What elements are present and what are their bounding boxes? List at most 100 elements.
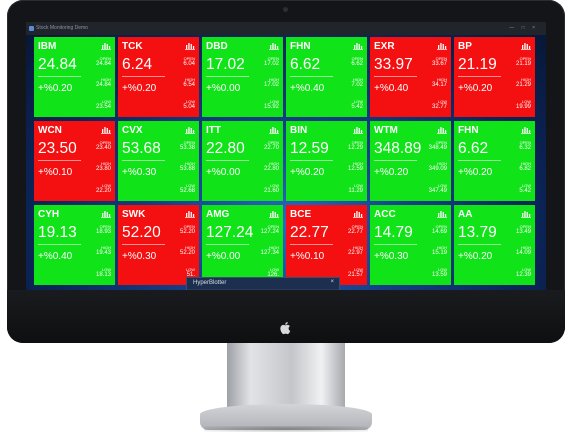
bar-chart-icon[interactable] bbox=[353, 42, 363, 50]
tile-change: +%0.20 bbox=[290, 167, 325, 178]
stock-tile[interactable]: SWK 52.20 +%0.30 OPEN 52.20 HIGH 52.20 LOW 51. bbox=[118, 205, 199, 285]
window-titlebar[interactable]: Stock Monitoring Demo — □ × bbox=[26, 22, 546, 35]
stock-tile[interactable]: WCN 23.50 +%0.10 OPEN 23.40 HIGH 23.80 LOW 22.20 bbox=[34, 121, 115, 201]
open-value: 12.29 bbox=[347, 145, 363, 151]
tile-divider bbox=[38, 160, 81, 161]
bar-chart-icon[interactable] bbox=[521, 126, 531, 134]
app-icon bbox=[29, 26, 34, 31]
bar-chart-icon[interactable] bbox=[101, 126, 111, 134]
apple-logo-icon bbox=[280, 322, 291, 335]
tile-change: +%0.40 bbox=[374, 83, 409, 94]
stock-tile[interactable]: BP 21.19 +%0.20 OPEN 21.19 HIGH 21.29 LOW 19.99 bbox=[454, 37, 535, 117]
tile-change: +%0.40 bbox=[38, 251, 73, 262]
stock-tile[interactable]: CYH 19.13 +%0.40 OPEN 18.93 HIGH 19.43 LOW 18.13 bbox=[34, 205, 115, 285]
tile-price: 6.62 bbox=[458, 140, 489, 157]
tile-change: +%0.20 bbox=[458, 83, 493, 94]
open-value: 53.38 bbox=[179, 145, 195, 151]
stock-tile[interactable]: WTM 348.89 +%0.20 OPEN 348.49 HIGH 349.09 LOW 34… bbox=[370, 121, 451, 201]
tile-price: 21.19 bbox=[458, 56, 497, 73]
bar-chart-icon[interactable] bbox=[101, 210, 111, 218]
tile-symbol: AA bbox=[458, 209, 473, 220]
low-value: 5.42 bbox=[519, 188, 531, 194]
toolbar-close-button[interactable]: × bbox=[330, 279, 334, 285]
tile-divider bbox=[38, 244, 81, 245]
tile-symbol: AMG bbox=[206, 209, 230, 220]
stock-tile[interactable]: DBD 17.02 +%0.00 OPEN 17.02 HIGH 17.02 LOW 15.92 bbox=[202, 37, 283, 117]
bar-chart-icon[interactable] bbox=[101, 42, 111, 50]
low-value: 5.42 bbox=[351, 104, 363, 110]
tile-symbol: EXR bbox=[374, 41, 395, 52]
stock-tile[interactable]: AMG 127.24 +%0.00 OPEN 127.24 HIGH 127.34 LOW 12… bbox=[202, 205, 283, 285]
stock-tile[interactable]: EXR 33.97 +%0.40 OPEN 33.67 HIGH 34.17 LOW 32.77 bbox=[370, 37, 451, 117]
tile-price: 348.89 bbox=[374, 140, 422, 157]
bar-chart-icon[interactable] bbox=[185, 126, 195, 134]
tile-price: 33.97 bbox=[374, 56, 413, 73]
tile-symbol: FHN bbox=[290, 41, 311, 52]
hyperblotter-toolbar[interactable]: HyperBlotter × bbox=[186, 277, 340, 290]
stock-tile[interactable]: FHN 6.62 +%0.40 OPEN 6.62 HIGH 7.02 LOW 5.42 bbox=[286, 37, 367, 117]
tile-price: 52.20 bbox=[122, 224, 161, 241]
bar-chart-icon[interactable] bbox=[353, 210, 363, 218]
bar-chart-icon[interactable] bbox=[437, 42, 447, 50]
tile-change: +%0.20 bbox=[458, 167, 493, 178]
stock-tile[interactable]: ACC 14.79 +%0.30 OPEN 14.69 HIGH 15.19 LOW 13.59 bbox=[370, 205, 451, 285]
open-value: 22.70 bbox=[263, 145, 279, 151]
high-value: 22.97 bbox=[347, 250, 363, 256]
bar-chart-icon[interactable] bbox=[269, 210, 279, 218]
toolbar-title: HyperBlotter bbox=[193, 280, 227, 286]
stock-tile[interactable]: BIN 12.59 +%0.20 OPEN 12.29 HIGH 12.59 LOW 11.29 bbox=[286, 121, 367, 201]
high-value: 53.88 bbox=[179, 166, 195, 172]
tile-symbol: TCK bbox=[122, 41, 143, 52]
toolbar-buttons bbox=[187, 289, 339, 290]
tile-divider bbox=[458, 76, 501, 77]
bar-chart-icon[interactable] bbox=[521, 42, 531, 50]
stock-tile[interactable]: FHN 6.62 +%0.20 OPEN 6.32 HIGH 6.82 LOW 5.42 bbox=[454, 121, 535, 201]
tile-change: +%0.20 bbox=[38, 83, 73, 94]
monitor-chin bbox=[7, 290, 565, 343]
tile-symbol: WCN bbox=[38, 125, 62, 136]
tile-symbol: CYH bbox=[38, 209, 60, 220]
tile-symbol: WTM bbox=[374, 125, 398, 136]
stock-tile[interactable]: IBM 24.84 +%0.20 OPEN 24.84 HIGH 24.84 LOW 23.54 bbox=[34, 37, 115, 117]
open-value: 22.77 bbox=[347, 229, 363, 235]
tile-symbol: SWK bbox=[122, 209, 146, 220]
open-value: 17.02 bbox=[263, 61, 279, 67]
screen: Stock Monitoring Demo — □ × IBM 24.84 +%0.… bbox=[26, 22, 546, 290]
low-value: 347.49 bbox=[428, 188, 447, 194]
tile-divider bbox=[290, 76, 333, 77]
stock-tile[interactable]: ITT 22.80 +%0.00 OPEN 22.70 HIGH 22.80 LOW 21.60 bbox=[202, 121, 283, 201]
window-controls[interactable]: — □ × bbox=[509, 22, 538, 35]
tile-symbol: CVX bbox=[122, 125, 143, 136]
camera bbox=[283, 7, 288, 12]
bar-chart-icon[interactable] bbox=[185, 210, 195, 218]
tile-symbol: FHN bbox=[458, 125, 479, 136]
stock-tile[interactable]: CVX 53.68 +%0.30 OPEN 53.38 HIGH 53.88 LOW 52.68 bbox=[118, 121, 199, 201]
open-value: 52.20 bbox=[179, 229, 195, 235]
stock-tile[interactable]: TCK 6.24 +%0.20 OPEN 6.04 HIGH 6.54 LOW 5.04 bbox=[118, 37, 199, 117]
bar-chart-icon[interactable] bbox=[437, 126, 447, 134]
bar-chart-icon[interactable] bbox=[437, 210, 447, 218]
bar-chart-icon[interactable] bbox=[185, 42, 195, 50]
high-value: 24.84 bbox=[95, 82, 111, 88]
bar-chart-icon[interactable] bbox=[521, 210, 531, 218]
tile-divider bbox=[458, 244, 501, 245]
tile-divider bbox=[206, 76, 249, 77]
high-value: 19.43 bbox=[95, 250, 111, 256]
tile-price: 6.24 bbox=[122, 56, 153, 73]
bar-chart-icon[interactable] bbox=[353, 126, 363, 134]
stock-tile[interactable]: AA 13.79 +%0.20 OPEN 13.49 HIGH 14.09 LOW 12.39 bbox=[454, 205, 535, 285]
low-value: 15.92 bbox=[263, 104, 279, 110]
low-value: 12.39 bbox=[515, 272, 531, 278]
open-value: 348.49 bbox=[428, 145, 447, 151]
stock-tile[interactable]: BCE 22.77 +%0.10 OPEN 22.77 HIGH 22.97 LOW 21.57 bbox=[286, 205, 367, 285]
high-value: 52.20 bbox=[179, 250, 195, 256]
bar-chart-icon[interactable] bbox=[269, 42, 279, 50]
tile-price: 22.77 bbox=[290, 224, 329, 241]
tile-price: 23.50 bbox=[38, 140, 77, 157]
low-value: 21.60 bbox=[263, 188, 279, 194]
tile-divider bbox=[374, 160, 417, 161]
bar-chart-icon[interactable] bbox=[269, 126, 279, 134]
high-value: 21.29 bbox=[515, 82, 531, 88]
tile-divider bbox=[458, 160, 501, 161]
tile-change: +%0.10 bbox=[38, 167, 73, 178]
